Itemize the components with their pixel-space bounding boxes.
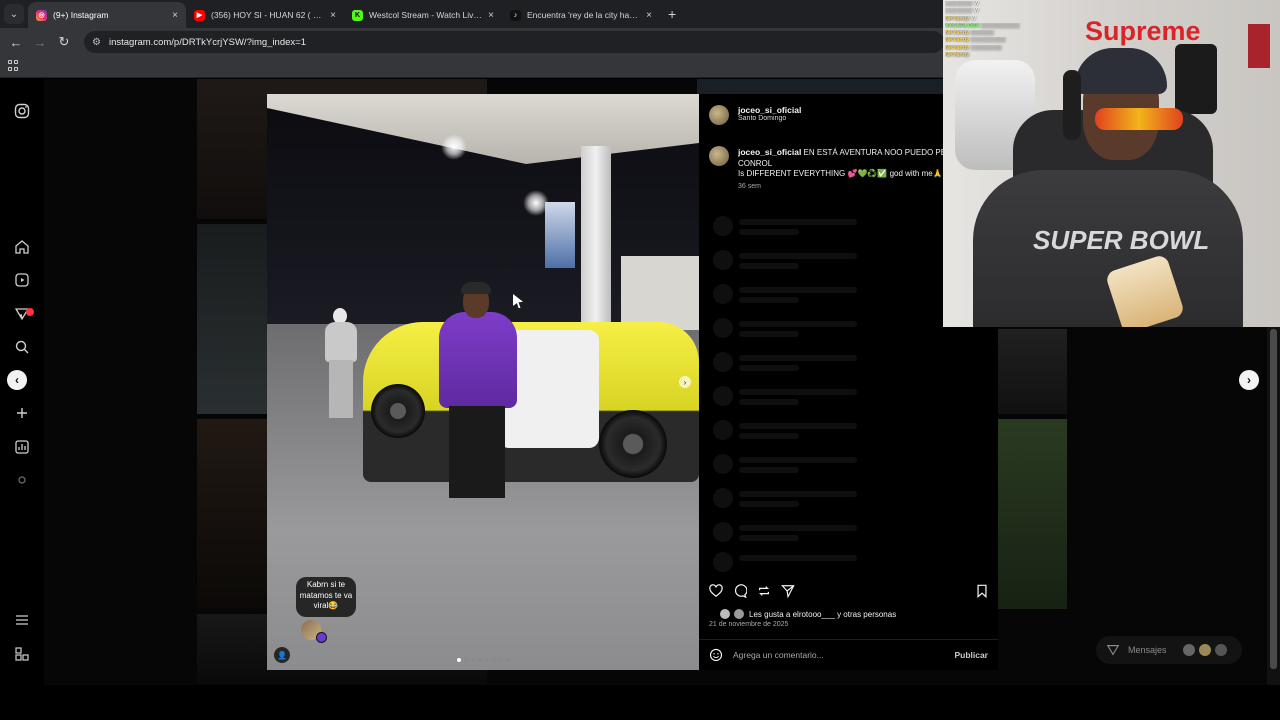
bookmark-save-icon[interactable] [973,582,991,600]
tiktok-favicon-icon: ♪ [510,9,521,21]
supreme-logo: Supreme [1085,16,1201,46]
carousel-dot [471,658,475,662]
youtube-favicon-icon: ▶ [194,9,205,21]
comment-bubble-icon[interactable] [731,582,749,600]
address-bar[interactable]: ⚙ instagram.com/p/DRTkYcrjYSW/?img_index… [84,31,944,53]
post-author-username[interactable]: joceo_si_oficial [738,105,801,115]
tab-search-chevron-icon[interactable]: ⌄ [4,4,24,24]
messages-label: Mensajes [1128,645,1167,655]
dashboard-icon[interactable] [12,437,32,457]
forward-arrow-icon[interactable]: → [28,35,52,50]
tagged-users-icon[interactable]: 👤 [274,647,290,663]
new-tab-icon[interactable]: + [668,6,676,22]
streamer-webcam-overlay: Supreme SUPER BOWL ▒▒▒▒▒▒▒ W ▒▒▒▒▒▒▒ W N… [943,0,1280,327]
next-post-chevron-icon[interactable]: › [1239,370,1259,390]
search-icon[interactable] [12,337,32,357]
carousel-dot [492,658,496,662]
previous-post-chevron-icon[interactable]: ‹ [7,370,27,390]
chat-line: XXCARLOSX ▒▒▒▒▒▒▒▒▒▒ [945,22,1020,29]
chat-line: ▒▒▒▒▒▒▒ W [945,1,980,7]
chat-line: NKYandy ▒▒▒▒▒▒▒▒▒ [945,37,1006,44]
messages-icon[interactable] [12,304,34,324]
carousel-dot [457,658,461,662]
tab-close-icon[interactable]: × [330,10,336,21]
carousel-dots [457,658,510,662]
tab-close-icon[interactable]: × [488,10,494,21]
chat-line: NKYandy W [945,15,976,22]
liker-avatar [719,608,731,620]
caption-username[interactable]: joceo_si_oficial [738,147,801,157]
notification-badge [26,308,34,316]
messages-drawer-button[interactable]: Mensajes [1096,636,1242,664]
share-send-icon[interactable] [779,582,797,600]
taskbar-area [0,685,1280,720]
also-from-meta-icon[interactable] [12,644,32,664]
reload-icon[interactable]: ↻ [52,34,76,50]
tab-instagram[interactable]: ◎ (9+) Instagram × [28,2,186,28]
note-badge-icon [316,632,327,643]
comment-input[interactable]: Agrega un comentario... [733,650,954,660]
like-heart-icon[interactable] [707,582,725,600]
chat-line: NKYandy ▒▒▒▒▒▒ [945,30,995,37]
caption-avatar[interactable] [709,146,729,166]
emoji-icon[interactable] [709,648,723,662]
post-author-link[interactable]: joceo_si_oficial Santo Domingo [738,105,801,122]
reels-icon[interactable] [12,270,32,290]
site-settings-icon[interactable]: ⚙ [92,37,101,48]
carousel-next-icon[interactable]: › [679,376,691,388]
stream-chat-overlay: ▒▒▒▒▒▒▒ W ▒▒▒▒▒▒▒ W NKYandy W XXCARLOSX … [943,0,1053,60]
messages-icon [1106,645,1120,656]
note-bubble[interactable]: Kabrn si te matamos te va viral😂 [296,577,356,617]
carousel-dot [485,658,489,662]
home-icon[interactable] [12,237,32,257]
carousel-dot [478,658,482,662]
shirt-print: SUPER BOWL [1033,225,1210,255]
tab-close-icon[interactable]: × [646,10,652,21]
tab-kick[interactable]: K Westcol Stream - Watch Live o × [344,2,502,28]
url-text: instagram.com/p/DRTkYcrjYSW/?img_index=1 [108,36,306,48]
likes-text: Les gusta a elrotooo___ y otras personas [749,609,897,619]
liker-avatar [733,608,745,620]
chat-line: ▒▒▒▒▒▒▒ W [945,8,980,15]
carousel-dot [464,658,468,662]
tab-tiktok[interactable]: ♪ Encuentra 'rey de la city habla × [502,2,660,28]
tab-youtube[interactable]: ▶ (356) HOY SI - HUAN 62 ( VIDE × [186,2,344,28]
tab-title: Westcol Stream - Watch Live o [369,10,483,20]
tab-close-icon[interactable]: × [172,10,178,21]
tab-title: Encuentra 'rey de la city habla [527,10,641,20]
chat-line: NKYandy [945,52,970,59]
avatar [1214,644,1227,656]
more-menu-icon[interactable] [12,610,32,630]
tab-title: (9+) Instagram [53,10,109,20]
repost-icon[interactable] [755,582,773,600]
apps-grid-icon[interactable] [8,60,19,71]
comment-composer: Agrega un comentario... Publicar [699,639,998,670]
likes-summary[interactable]: Les gusta a elrotooo___ y otras personas [719,608,896,620]
back-arrow-icon[interactable]: ← [4,35,28,50]
kick-favicon-icon: K [352,9,363,21]
tab-title: (356) HOY SI - HUAN 62 ( VIDE [211,10,325,20]
instagram-favicon-icon: ◎ [36,9,47,21]
instagram-logo-icon[interactable] [12,101,32,121]
carousel-dot [499,658,503,662]
avatar [1198,644,1211,656]
publish-button[interactable]: Publicar [954,650,988,660]
threads-icon[interactable] [12,470,32,490]
post-location[interactable]: Santo Domingo [738,115,801,122]
carousel-dot [506,658,510,662]
chat-line: NKYandy ▒▒▒▒▒▒▒▒ [945,44,1002,51]
post-date[interactable]: 21 de noviembre de 2025 [709,621,788,628]
avatar [1182,644,1195,656]
avatar[interactable] [709,105,729,125]
create-plus-icon[interactable] [12,403,32,423]
post-actions [699,582,998,602]
